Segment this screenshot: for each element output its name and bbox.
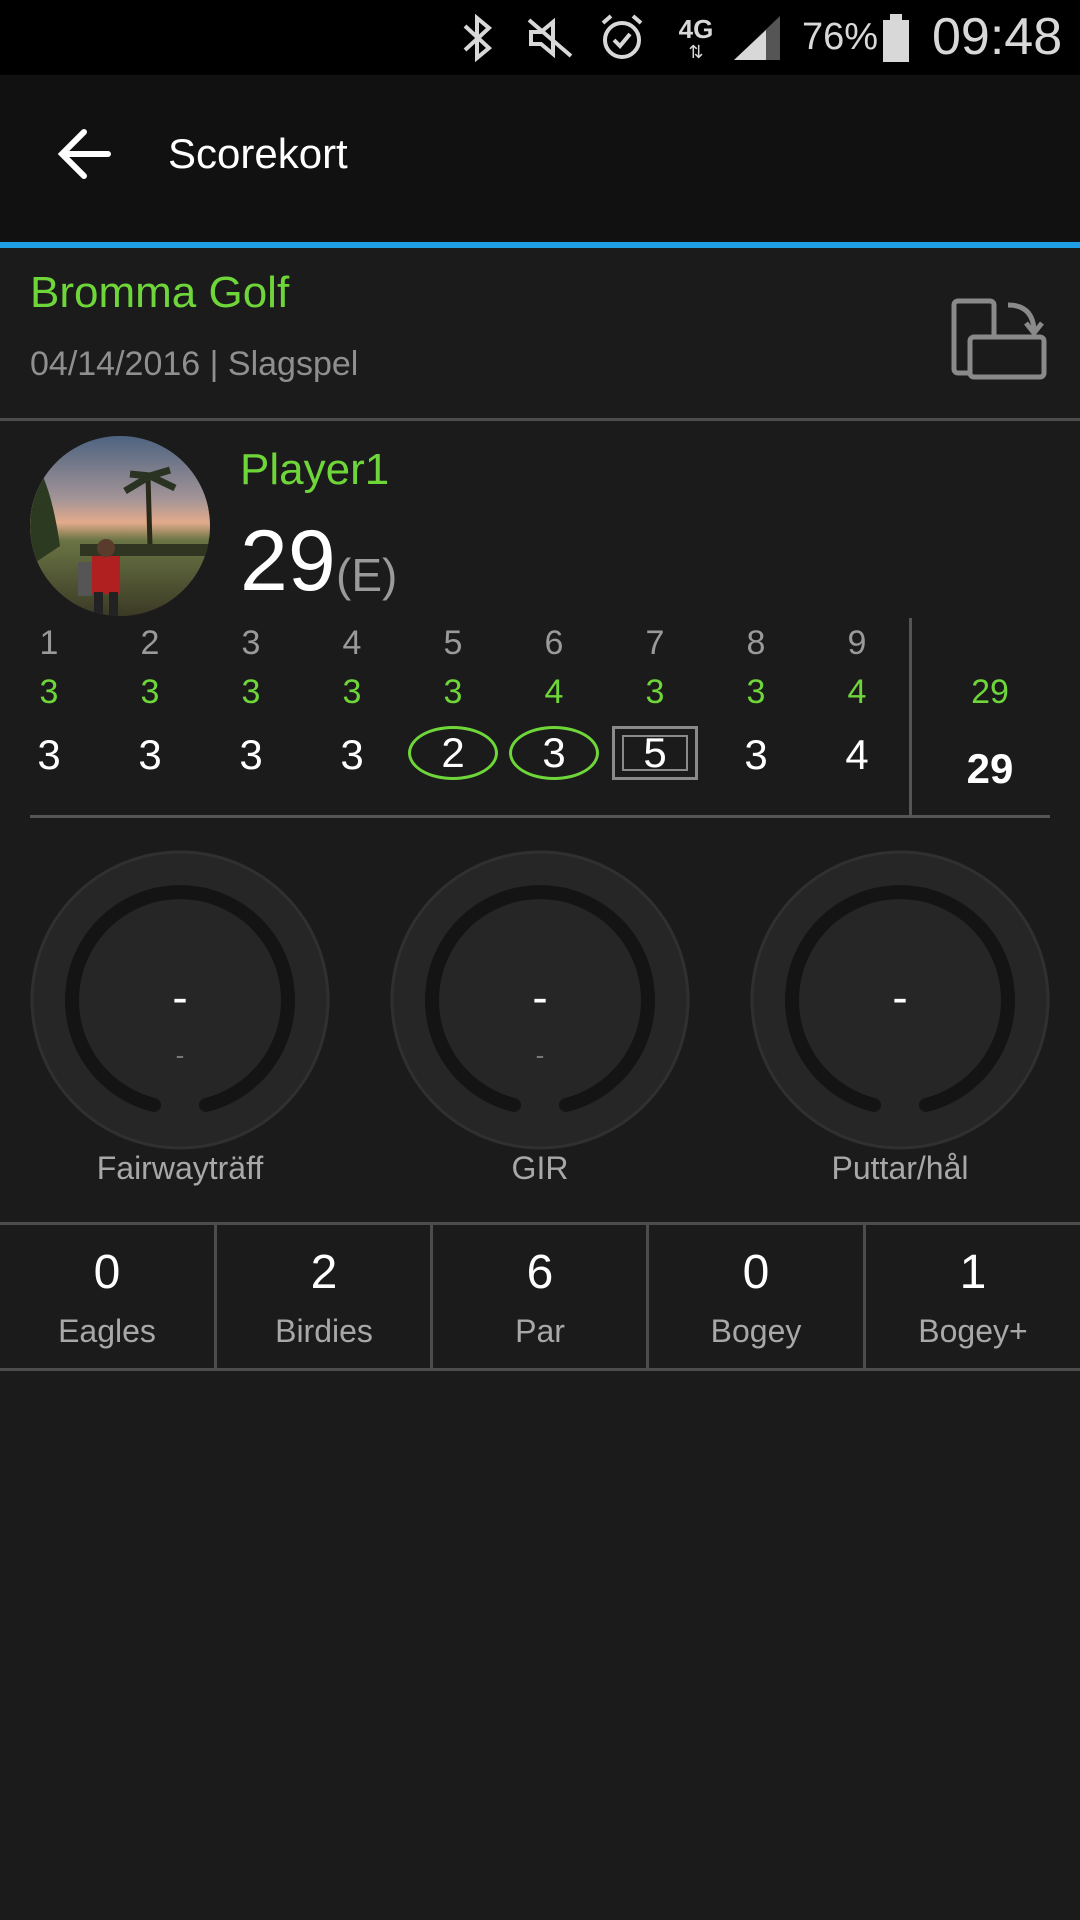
stat-bogey-plus: 1 Bogey+ (866, 1225, 1080, 1368)
stat-par: 6 Par (433, 1225, 647, 1368)
gauge-fairway[interactable]: - - (30, 850, 330, 1150)
gauge-putts[interactable]: - (750, 850, 1050, 1150)
course-subtitle: 04/14/2016 | Slagspel (30, 345, 359, 383)
hole-number: 2 (140, 624, 160, 662)
stat-count: 6 (526, 1246, 554, 1299)
hole-par: 3 (39, 673, 59, 711)
hole-score[interactable]: 4 (817, 727, 897, 783)
hole-number: 5 (443, 624, 463, 662)
hole-score[interactable]: 3 (509, 726, 599, 780)
gauge-value: - (532, 971, 548, 1023)
back-button[interactable] (48, 118, 120, 190)
hole-score[interactable]: 5 (612, 726, 698, 780)
player-relative-score: (E) (336, 549, 398, 601)
app-bar (0, 75, 1080, 242)
hole-par: 3 (140, 673, 160, 711)
divider (0, 1368, 1080, 1371)
gauge-value: - (172, 971, 188, 1023)
bluetooth-icon (452, 10, 502, 66)
stat-label: Bogey+ (918, 1313, 1028, 1349)
avatar[interactable] (30, 436, 210, 616)
hole-par: 4 (544, 673, 564, 711)
hole-par: 3 (241, 673, 261, 711)
hole-score[interactable]: 3 (211, 727, 291, 783)
divider (0, 418, 1080, 421)
divider (30, 815, 1050, 818)
alarm-icon (595, 10, 649, 66)
player-name: Player1 (240, 445, 390, 494)
status-bar: 4G ⇅ 76% 09:48 (0, 0, 1080, 75)
hole-par: 4 (847, 673, 867, 711)
total-score: 29 (966, 745, 1014, 792)
stat-count: 0 (742, 1246, 770, 1299)
stat-label: Eagles (58, 1313, 156, 1349)
hole-score[interactable]: 3 (312, 727, 392, 783)
hole-number: 9 (847, 624, 867, 662)
hole-number: 7 (645, 624, 665, 662)
total-par: 29 (971, 673, 1009, 711)
gauge-gir[interactable]: - - (390, 850, 690, 1150)
scorecard-total-divider (909, 618, 912, 816)
gauge-subvalue: - (175, 1040, 185, 1070)
stat-eagles: 0 Eagles (0, 1225, 214, 1368)
signal-icon (730, 10, 784, 66)
hole-par: 3 (645, 673, 665, 711)
hole-number: 4 (342, 624, 362, 662)
stat-label: Bogey (710, 1313, 802, 1349)
hole-score[interactable]: 3 (110, 727, 190, 783)
hole-score-text: 5 (643, 729, 667, 776)
hole-par: 3 (443, 673, 463, 711)
stat-label: Birdies (275, 1313, 373, 1349)
network-4g-icon: 4G ⇅ (678, 14, 714, 62)
avatar-photo (30, 436, 210, 616)
hole-number: 3 (241, 624, 261, 662)
player-total-score: 29 (240, 513, 336, 609)
gauge-subvalue: - (535, 1040, 545, 1070)
clock: 09:48 (932, 8, 1063, 66)
hole-score[interactable]: 3 (716, 727, 796, 783)
stat-count: 1 (959, 1246, 987, 1299)
hole-score[interactable]: 3 (9, 727, 89, 783)
gauge-value: - (892, 971, 908, 1023)
stat-bogey: 0 Bogey (649, 1225, 863, 1368)
hole-number: 8 (746, 624, 766, 662)
stat-count: 0 (93, 1246, 121, 1299)
stat-birdies: 2 Birdies (217, 1225, 431, 1368)
gauge-label-fairway: Fairwayträff (96, 1150, 264, 1186)
hole-number: 1 (39, 624, 59, 662)
rotate-screen-icon (951, 298, 1047, 380)
hole-score[interactable]: 2 (408, 726, 498, 780)
rotate-screen-button[interactable] (950, 295, 1050, 385)
hole-par: 3 (342, 673, 362, 711)
app-bar-accent (0, 242, 1080, 248)
battery-percent: 76% (802, 16, 879, 58)
arrow-left-icon (57, 129, 111, 179)
stat-count: 2 (310, 1246, 338, 1299)
course-name: Bromma Golf (30, 268, 290, 317)
stat-label: Par (515, 1313, 565, 1349)
gauge-label-gir: GIR (511, 1150, 569, 1186)
muted-icon (522, 10, 578, 66)
hole-par: 3 (746, 673, 766, 711)
hole-number: 6 (544, 624, 564, 662)
gauge-label-putts: Puttar/hål (831, 1150, 969, 1186)
page-title: Scorekort (168, 130, 348, 177)
battery-icon (878, 10, 914, 66)
